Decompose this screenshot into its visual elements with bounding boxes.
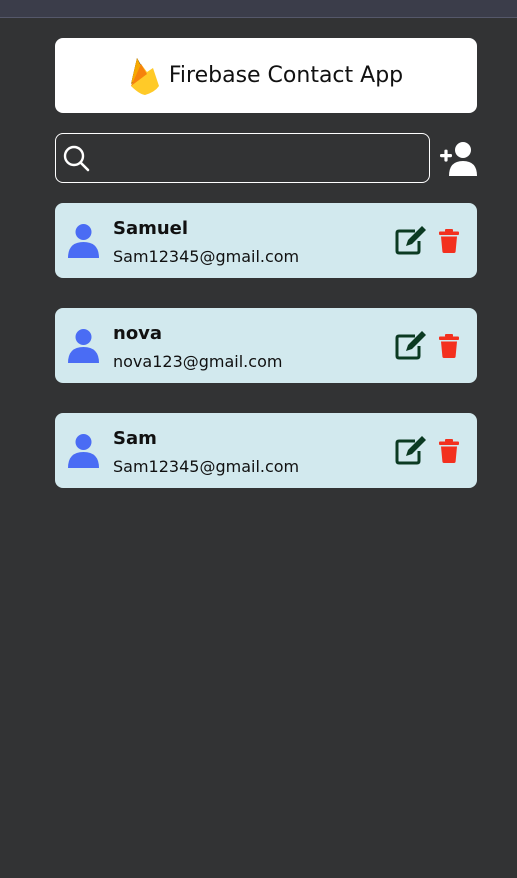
contact-name: Samuel (113, 218, 189, 239)
edit-icon[interactable] (395, 435, 427, 465)
edit-icon[interactable] (395, 225, 427, 255)
search-input[interactable] (98, 134, 422, 184)
add-user-icon[interactable] (440, 140, 477, 177)
contact-name: nova (113, 323, 163, 344)
trash-icon[interactable] (439, 439, 459, 463)
search-icon (63, 145, 90, 172)
browser-top-strip (0, 0, 517, 18)
trash-icon[interactable] (439, 334, 459, 358)
contact-list: Samuel Sam12345@gmail.com nova nova123@g… (55, 203, 477, 488)
contact-card: nova nova123@gmail.com (55, 308, 477, 383)
user-avatar-icon (68, 224, 99, 258)
contact-email: Sam12345@gmail.com (113, 457, 300, 476)
contact-card: Samuel Sam12345@gmail.com (55, 203, 477, 278)
app-container: Firebase Contact App Samuel Sam12345@gma… (55, 38, 477, 518)
contact-email: Sam12345@gmail.com (113, 247, 300, 266)
app-header: Firebase Contact App (55, 38, 477, 113)
search-box[interactable] (55, 133, 430, 184)
search-row (55, 133, 477, 184)
contact-email: nova123@gmail.com (113, 352, 283, 371)
edit-icon[interactable] (395, 330, 427, 360)
contact-name: Sam (113, 428, 157, 449)
user-avatar-icon (68, 329, 99, 363)
trash-icon[interactable] (439, 229, 459, 253)
app-title: Firebase Contact App (168, 63, 404, 88)
firebase-flame-icon (130, 57, 159, 95)
contact-card: Sam Sam12345@gmail.com (55, 413, 477, 488)
user-avatar-icon (68, 434, 99, 468)
